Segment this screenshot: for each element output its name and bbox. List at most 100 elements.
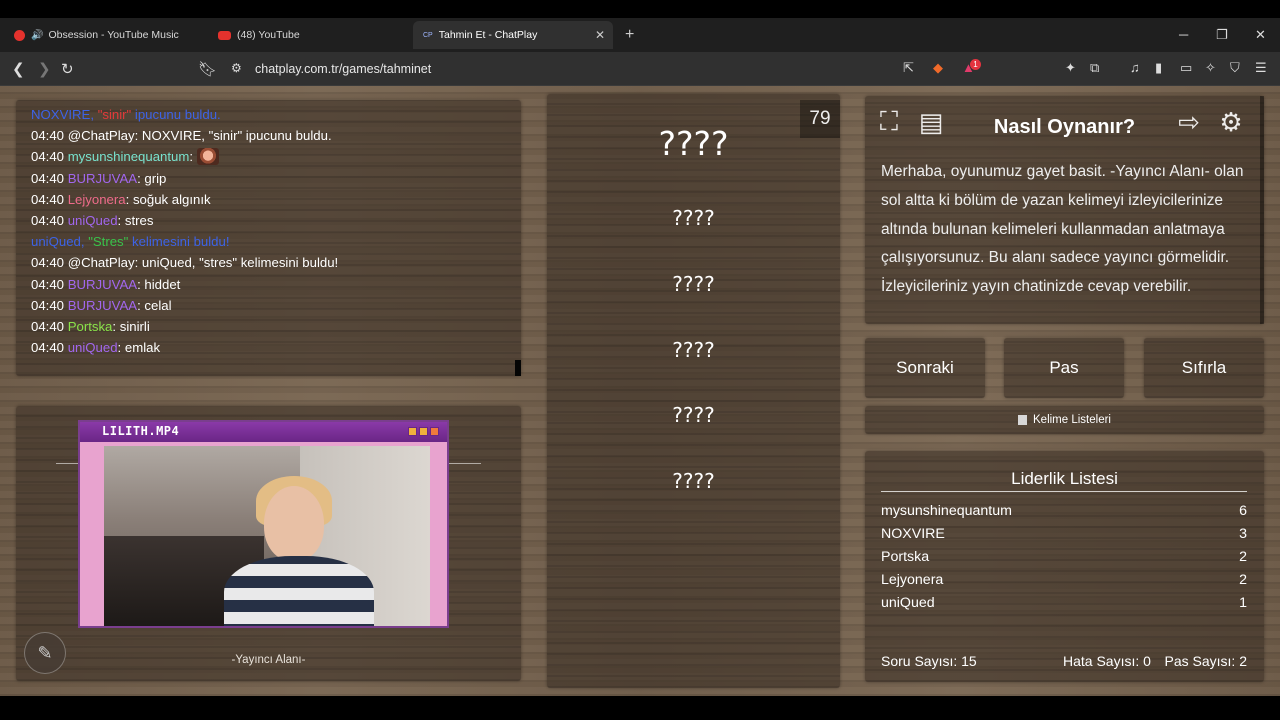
chat-message: 04:40 @ChatPlay: uniQued, "stres" kelime… <box>31 255 339 271</box>
player-score: 6 <box>1239 503 1247 519</box>
chat-scrollbar[interactable] <box>515 360 521 376</box>
restore-button[interactable]: ❐ <box>1216 27 1228 43</box>
chat-system-message: NOXVIRE, "sinir" ipucunu buldu. <box>31 104 521 125</box>
chat-timestamp: 04:40 <box>31 149 65 165</box>
chat-text: hiddet <box>144 276 181 292</box>
webcam-title: LILITH.MP4 <box>80 422 447 442</box>
chat-message: 04:40 uniQued: emlak <box>31 340 161 356</box>
address-toolbar: ❮ ❯ ↻ 🔖︎ ⚙︎ chatplay.com.tr/games/tahmin… <box>0 52 1280 86</box>
screenshot-icon[interactable]: ⧉ <box>1090 60 1099 76</box>
pass-button[interactable]: Pas <box>1004 338 1124 398</box>
chat-username[interactable]: Lejyonera <box>68 192 126 207</box>
question-count: Soru Sayısı: 15 <box>881 653 977 669</box>
url-input[interactable]: chatplay.com.tr/games/tahminet <box>255 62 431 76</box>
chat-timestamp: 04:40 <box>31 170 65 186</box>
chat-username[interactable]: Portska <box>68 319 113 334</box>
chat-log: NOXVIRE, "sinir" ipucunu buldu. 04:40 @Ch… <box>31 104 521 358</box>
chatplay-icon: CP <box>423 31 433 39</box>
system-text: "Stres" <box>88 234 129 250</box>
error-count: Hata Sayısı: 0 <box>1063 653 1151 669</box>
chat-timestamp: 04:40 <box>31 212 65 228</box>
browser-tab-bar: 🔊 Obsession - YouTube Music (48) YouTube… <box>0 18 1280 52</box>
chat-message: 04:40 BURJUVAA: hiddet <box>31 276 181 292</box>
chat-username[interactable]: @ChatPlay <box>68 128 135 143</box>
chat-username[interactable]: uniQued <box>68 213 118 228</box>
chat-username[interactable]: BURJUVAA <box>68 277 137 292</box>
chat-username[interactable]: mysunshinequantum <box>68 149 190 164</box>
youtube-icon <box>218 30 231 40</box>
minimize-button[interactable]: ─ <box>1179 27 1188 42</box>
chat-username[interactable]: BURJUVAA <box>68 298 137 313</box>
chat-message: 04:40 BURJUVAA: grip <box>31 170 167 186</box>
chat-panel: NOXVIRE, "sinir" ipucunu buldu. 04:40 @Ch… <box>16 100 521 376</box>
streamer-area: LILITH.MP4 ✎ -Yayıncı Alanı- <box>16 406 521 681</box>
chat-username[interactable]: BURJUVAA <box>68 171 137 186</box>
bookmark-icon[interactable]: 🔖︎ <box>198 60 217 78</box>
webcam-overlay: LILITH.MP4 <box>78 420 449 628</box>
how-to-play-text: Merhaba, oyunumuz gayet basit. -Yayıncı … <box>881 163 1244 296</box>
close-window-button[interactable]: ✕ <box>1255 27 1266 43</box>
list-icon <box>1018 415 1027 425</box>
player-name: uniQued <box>881 595 935 611</box>
chat-message: 04:40 mysunshinequantum: <box>31 146 521 167</box>
chat-timestamp: 04:40 <box>31 318 65 334</box>
chat-timestamp: 04:40 <box>31 297 65 313</box>
forbidden-word: ???? <box>672 272 715 296</box>
tab-youtube-music[interactable]: 🔊 Obsession - YouTube Music <box>6 21 206 49</box>
back-button[interactable]: ❮ <box>12 60 25 78</box>
streamer-area-label: -Yayıncı Alanı- <box>231 654 306 666</box>
brave-shield-icon[interactable]: ◆ <box>933 60 943 76</box>
game-page: NOXVIRE, "sinir" ipucunu buldu. 04:40 @Ch… <box>0 86 1280 696</box>
chat-text: grip <box>144 170 167 186</box>
speaker-icon[interactable]: 🔊 <box>31 30 43 41</box>
leaderboard-row: Portska 2 <box>881 549 1247 572</box>
tab-chatplay[interactable]: CP Tahmin Et - ChatPlay ✕ <box>413 21 613 49</box>
new-tab-button[interactable]: + <box>625 26 634 44</box>
player-score: 2 <box>1239 572 1247 588</box>
pencil-icon[interactable]: ✎ <box>24 632 66 674</box>
chat-message: 04:40 BURJUVAA: celal <box>31 297 172 313</box>
wallet-icon[interactable]: ▭ <box>1180 60 1192 76</box>
player-score: 1 <box>1239 595 1247 611</box>
reload-button[interactable]: ↻ <box>61 60 74 78</box>
chat-text: uniQued, "stres" kelimesini buldu! <box>141 255 339 271</box>
player-name: mysunshinequantum <box>881 503 1012 519</box>
chat-timestamp: 04:40 <box>31 276 65 292</box>
chat-timestamp: 04:40 <box>31 255 65 271</box>
reset-button[interactable]: Sıfırla <box>1144 338 1264 398</box>
forbidden-word: ???? <box>672 403 715 427</box>
leaderboard-row: mysunshinequantum 6 <box>881 503 1247 526</box>
chat-timestamp: 04:40 <box>31 340 65 356</box>
emote-icon <box>196 148 219 166</box>
forward-button[interactable]: ❯ <box>38 60 51 78</box>
words-panel: 79 ???? ???? ???? ???? ???? ???? <box>547 94 840 688</box>
chat-username[interactable]: @ChatPlay <box>68 255 135 270</box>
media-icon[interactable]: ♫ <box>1130 60 1140 75</box>
how-to-play-panel: ⛶ ▤ Nasıl Oynanır? ⇨ ⚙ Merhaba, oyunumuz… <box>865 96 1264 324</box>
word-lists-label: Kelime Listeleri <box>1033 414 1111 426</box>
logout-icon[interactable]: ⇨ <box>1171 104 1207 140</box>
gear-icon[interactable]: ⚙ <box>1213 104 1249 140</box>
chat-text: stres <box>124 212 154 228</box>
menu-icon[interactable]: ☰ <box>1255 60 1267 76</box>
leaderboard-row: uniQued 1 <box>881 595 1247 618</box>
tab-title: Tahmin Et - ChatPlay <box>438 29 538 41</box>
vpn-icon[interactable]: ⛉ <box>1230 60 1240 76</box>
next-button[interactable]: Sonraki <box>865 338 985 398</box>
cam-close-icon <box>430 427 439 436</box>
forbidden-word: ???? <box>672 206 715 230</box>
how-to-play-scrollbar[interactable] <box>1260 96 1264 324</box>
player-score: 2 <box>1239 549 1247 565</box>
chat-username[interactable]: uniQued <box>68 340 118 355</box>
sidebar-icon[interactable]: ▮ <box>1155 60 1162 76</box>
player-score: 3 <box>1239 526 1247 542</box>
site-settings-icon[interactable]: ⚙︎ <box>231 61 242 75</box>
leo-ai-icon[interactable]: ✧ <box>1205 60 1216 76</box>
chat-timestamp: 04:40 <box>31 128 65 144</box>
close-tab-icon[interactable]: ✕ <box>595 28 605 42</box>
share-icon[interactable]: ⇱ <box>903 60 914 76</box>
word-lists-button[interactable]: Kelime Listeleri <box>865 406 1264 434</box>
extensions-icon[interactable]: ✦ <box>1065 60 1076 76</box>
tab-youtube[interactable]: (48) YouTube <box>208 21 408 49</box>
system-text: ipucunu buldu. <box>131 107 221 122</box>
